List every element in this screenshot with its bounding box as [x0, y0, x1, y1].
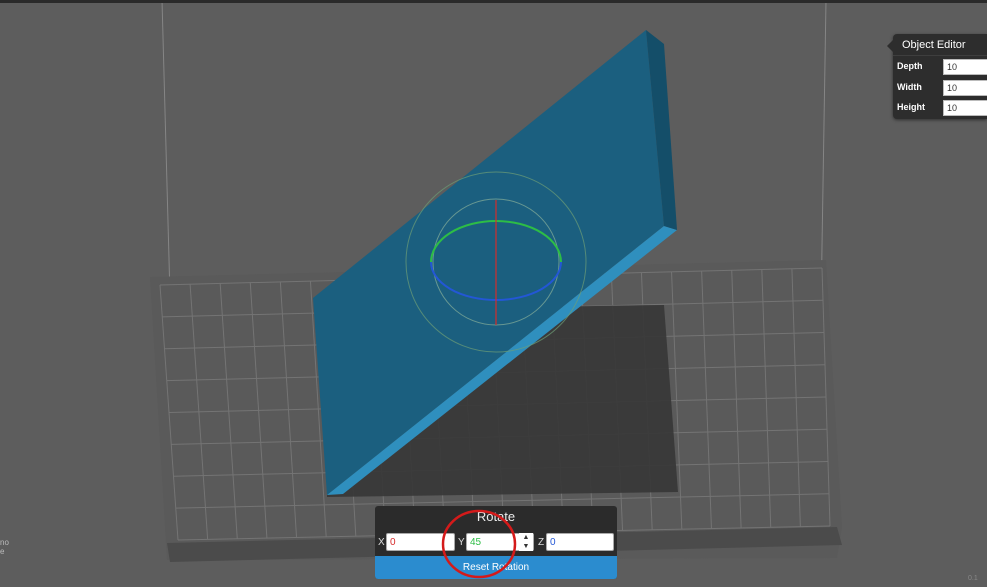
width-label: Width — [897, 82, 922, 92]
corner-hint-text: 0.1 — [968, 575, 978, 582]
3d-viewport[interactable] — [0, 0, 987, 587]
rotate-z-input[interactable] — [546, 533, 614, 551]
height-field[interactable] — [943, 100, 987, 116]
annotation-circle — [441, 509, 517, 579]
left-hint-line-1: no — [0, 538, 9, 547]
object-editor-title: Object Editor — [902, 39, 966, 51]
height-label: Height — [897, 102, 925, 112]
left-hint-line-2: e — [0, 547, 5, 556]
z-axis-label: Z — [538, 537, 545, 548]
divider — [893, 55, 987, 56]
x-axis-label: X — [378, 537, 385, 548]
depth-field[interactable] — [943, 59, 987, 75]
panel-pointer-arrow — [887, 40, 893, 52]
width-field[interactable] — [943, 80, 987, 96]
top-toolbar-strip — [0, 0, 987, 3]
left-edge-hint-text: no e — [0, 538, 9, 556]
depth-label: Depth — [897, 61, 923, 71]
